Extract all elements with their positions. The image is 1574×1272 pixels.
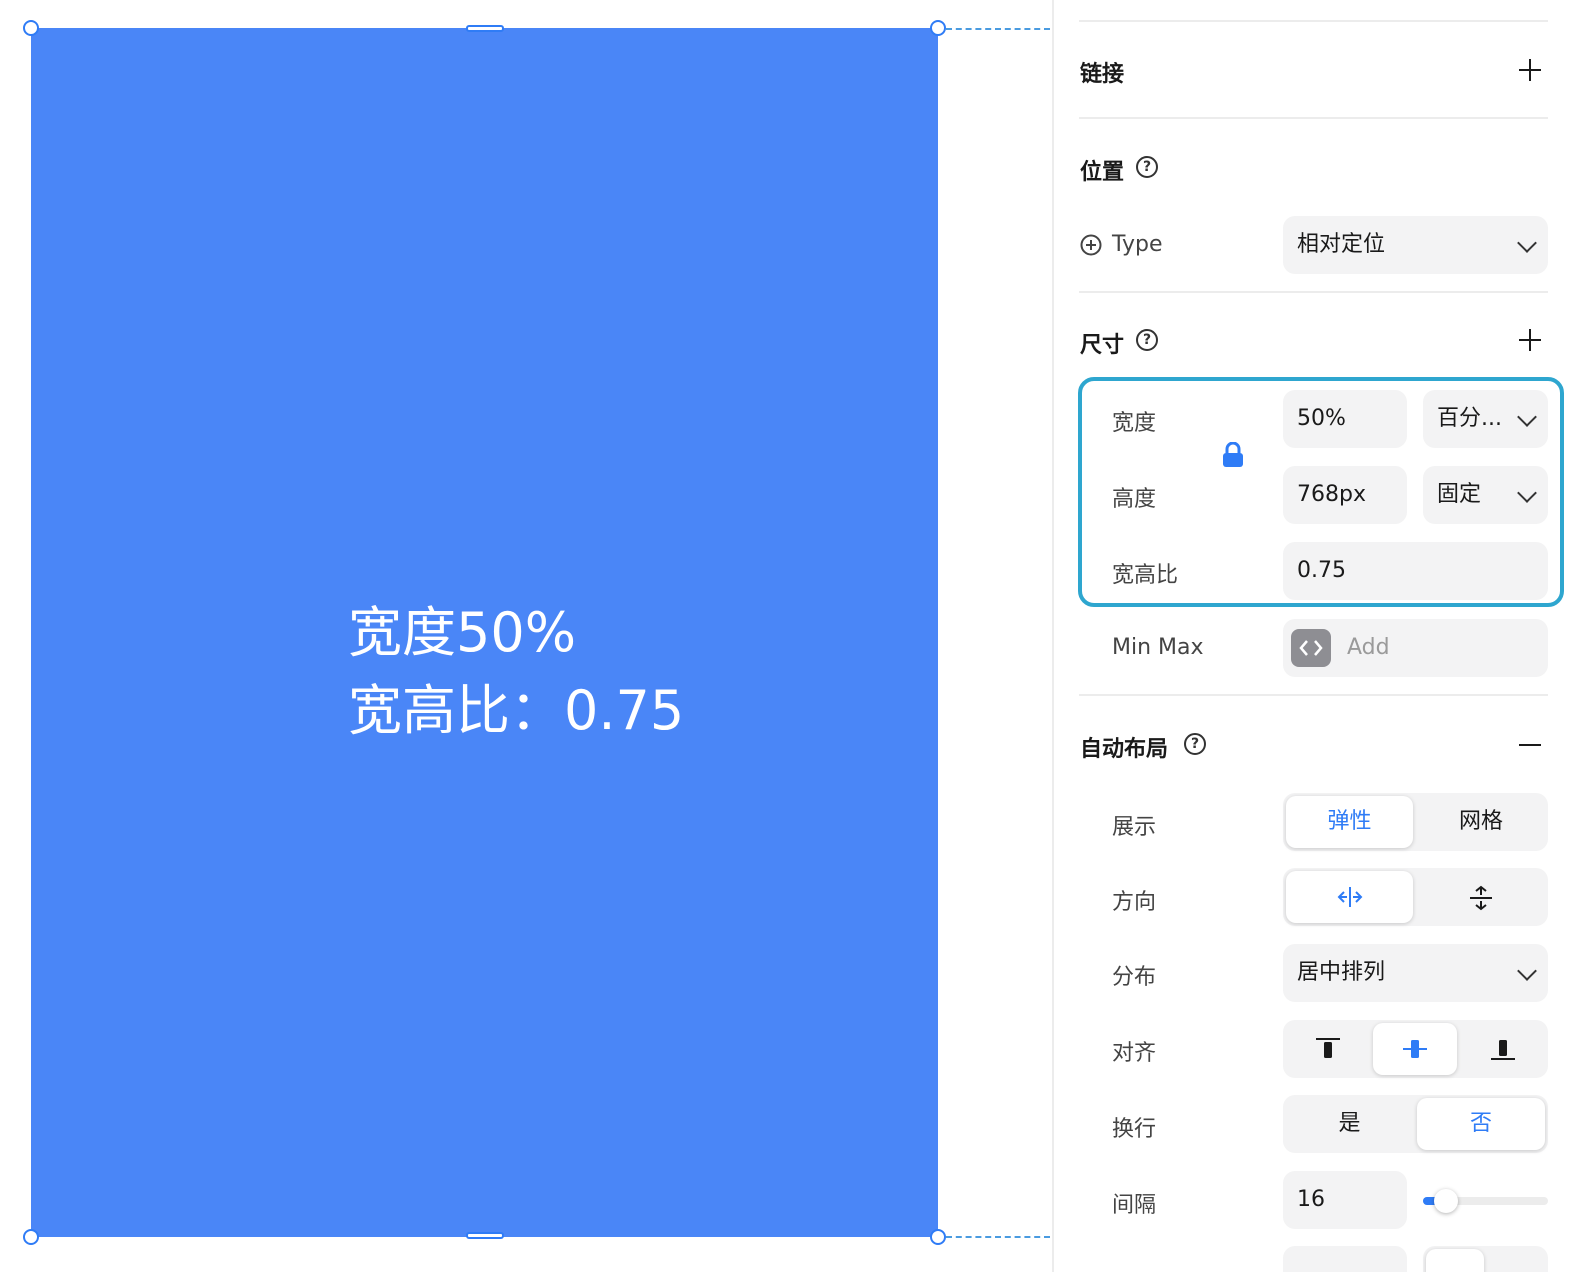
frame-text-width: 宽度50% xyxy=(348,601,577,664)
position-type-value: 相对定位 xyxy=(1297,232,1386,257)
align-label: 对齐 xyxy=(1112,1041,1157,1066)
gap-slider-track[interactable] xyxy=(1423,1189,1548,1213)
align-top-icon xyxy=(1315,1038,1340,1058)
direction-horizontal-option[interactable] xyxy=(1286,871,1413,923)
chevron-down-icon xyxy=(1517,233,1537,253)
position-section-title: 位置 xyxy=(1080,160,1125,185)
divider xyxy=(1079,694,1548,696)
minmax-placeholder: Add xyxy=(1347,635,1390,660)
ratio-label: 宽高比 xyxy=(1112,563,1179,588)
collapse-minus-icon[interactable] xyxy=(1519,744,1541,746)
align-toggle xyxy=(1283,1020,1548,1078)
wrap-no-option[interactable]: 否 xyxy=(1417,1098,1545,1150)
code-brackets-icon xyxy=(1291,629,1331,667)
design-canvas[interactable]: 宽度50% 宽高比：0.75 xyxy=(0,0,1052,1272)
gap-slider-thumb[interactable] xyxy=(1434,1189,1458,1213)
width-input[interactable]: 50% xyxy=(1283,390,1407,448)
height-label: 高度 xyxy=(1112,487,1157,512)
next-row-option[interactable] xyxy=(1426,1249,1484,1272)
align-top-option[interactable] xyxy=(1286,1023,1369,1075)
guide-line-top xyxy=(946,28,1050,30)
next-row-input[interactable] xyxy=(1283,1246,1407,1272)
display-toggle: 弹性 网格 xyxy=(1283,793,1548,851)
selected-frame[interactable]: 宽度50% 宽高比：0.75 xyxy=(31,28,938,1237)
align-center-option[interactable] xyxy=(1373,1023,1457,1075)
align-bottom-icon xyxy=(1491,1040,1515,1060)
autolayout-section-title: 自动布局 xyxy=(1080,737,1169,762)
divider xyxy=(1079,117,1548,119)
resize-handle-top-left[interactable] xyxy=(23,20,39,36)
distribution-value: 居中排列 xyxy=(1297,960,1386,985)
resize-handle-bottom-left[interactable] xyxy=(23,1229,39,1245)
wrap-yes-option[interactable]: 是 xyxy=(1286,1098,1413,1150)
ratio-input[interactable]: 0.75 xyxy=(1283,542,1548,600)
direction-toggle xyxy=(1283,868,1548,926)
ratio-value: 0.75 xyxy=(1297,558,1346,583)
gap-label: 间隔 xyxy=(1112,1193,1157,1218)
resize-handle-bottom[interactable] xyxy=(466,1232,504,1239)
distribution-select[interactable]: 居中排列 xyxy=(1283,944,1548,1002)
display-flex-option[interactable]: 弹性 xyxy=(1286,796,1413,848)
display-grid-option[interactable]: 网格 xyxy=(1417,796,1545,848)
add-circle-icon[interactable] xyxy=(1080,234,1102,256)
direction-vertical-option[interactable] xyxy=(1417,871,1545,923)
height-input[interactable]: 768px xyxy=(1283,466,1407,524)
vertical-arrows-icon xyxy=(1470,885,1492,911)
next-row-toggle xyxy=(1423,1246,1548,1272)
properties-panel: 链接 位置 ? Type 相对定位 尺寸 ? 宽度 50% 百分... 高度 7… xyxy=(1052,0,1574,1272)
gap-value: 16 xyxy=(1297,1187,1325,1212)
distribution-label: 分布 xyxy=(1112,965,1157,990)
size-help-icon[interactable]: ? xyxy=(1136,329,1158,351)
size-section-title: 尺寸 xyxy=(1080,333,1125,358)
align-bottom-option[interactable] xyxy=(1461,1023,1545,1075)
width-unit-select[interactable]: 百分... xyxy=(1423,390,1548,448)
minmax-label: Min Max xyxy=(1112,635,1204,660)
frame-text-ratio: 宽高比：0.75 xyxy=(348,679,685,742)
resize-handle-top[interactable] xyxy=(466,25,504,32)
horizontal-arrows-icon xyxy=(1337,887,1362,907)
chevron-down-icon xyxy=(1517,483,1537,503)
height-unit-select[interactable]: 固定 xyxy=(1423,466,1548,524)
display-label: 展示 xyxy=(1112,815,1157,840)
link-section-title: 链接 xyxy=(1080,62,1125,87)
guide-line-bottom xyxy=(946,1236,1050,1238)
height-unit-value: 固定 xyxy=(1437,482,1482,507)
gap-input[interactable]: 16 xyxy=(1283,1171,1407,1229)
autolayout-help-icon[interactable]: ? xyxy=(1184,733,1206,755)
resize-handle-top-right[interactable] xyxy=(930,20,946,36)
add-link-plus-icon[interactable] xyxy=(1519,59,1541,81)
align-center-icon xyxy=(1403,1040,1427,1058)
type-label: Type xyxy=(1112,232,1163,257)
width-value: 50% xyxy=(1297,406,1346,431)
divider xyxy=(1079,291,1548,293)
position-help-icon[interactable]: ? xyxy=(1136,156,1158,178)
chevron-down-icon xyxy=(1517,407,1537,427)
width-unit-value: 百分... xyxy=(1437,406,1502,431)
width-label: 宽度 xyxy=(1112,411,1157,436)
direction-label: 方向 xyxy=(1112,890,1157,915)
lock-icon[interactable] xyxy=(1222,442,1244,468)
position-type-select[interactable]: 相对定位 xyxy=(1283,216,1548,274)
add-size-plus-icon[interactable] xyxy=(1519,329,1541,351)
divider xyxy=(1079,20,1548,22)
height-value: 768px xyxy=(1297,482,1366,507)
wrap-label: 换行 xyxy=(1112,1117,1157,1142)
wrap-toggle: 是 否 xyxy=(1283,1095,1548,1153)
resize-handle-bottom-right[interactable] xyxy=(930,1229,946,1245)
chevron-down-icon xyxy=(1517,961,1537,981)
